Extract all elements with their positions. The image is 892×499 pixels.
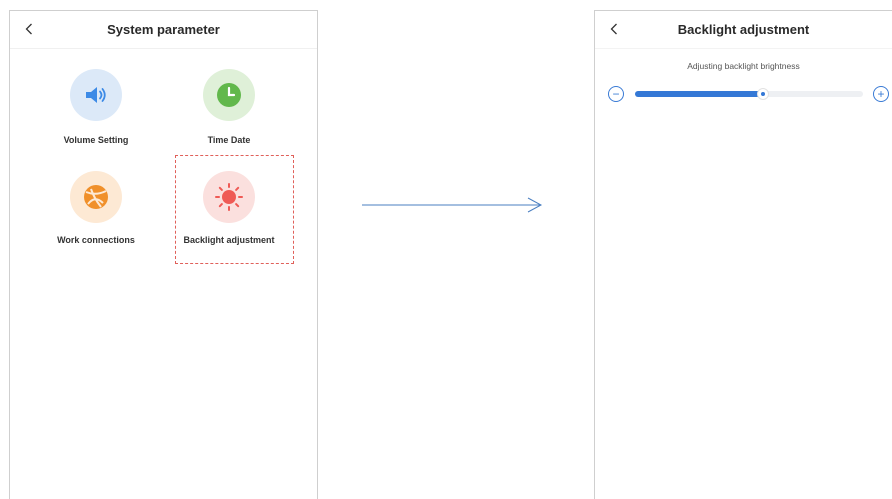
back-button[interactable] (605, 19, 623, 39)
top-bar: System parameter (10, 11, 317, 49)
selection-highlight-box (175, 155, 294, 264)
transition-arrow-icon (362, 197, 543, 213)
brightness-slider-track[interactable] (635, 88, 863, 100)
network-icon-circle (70, 171, 122, 223)
volume-icon-circle (70, 69, 122, 121)
back-button[interactable] (20, 19, 38, 39)
tile-label: Time Date (207, 135, 251, 145)
plus-icon: + (877, 87, 885, 101)
page-title: System parameter (107, 22, 220, 37)
page-title: Backlight adjustment (677, 22, 810, 37)
clock-icon (217, 83, 241, 107)
top-bar: Backlight adjustment (595, 11, 892, 49)
brightness-slider-row: − + (595, 83, 892, 105)
chevron-left-icon (610, 23, 617, 35)
tile-volume-setting[interactable]: Volume Setting (36, 69, 156, 145)
chevron-left-icon (25, 23, 32, 35)
speaker-icon (86, 87, 106, 103)
system-parameter-screen: System parameter Volume Setting Time Dat… (9, 10, 318, 499)
increase-brightness-button[interactable]: + (873, 86, 889, 102)
time-icon-circle (203, 69, 255, 121)
minus-icon: − (612, 87, 620, 101)
stage: System parameter Volume Setting Time Dat… (0, 0, 892, 499)
decrease-brightness-button[interactable]: − (608, 86, 624, 102)
tile-work-connections[interactable]: Work connections (36, 171, 156, 245)
brightness-slider-fill (635, 91, 763, 97)
backlight-adjustment-screen: Backlight adjustment Adjusting backlight… (594, 10, 892, 499)
tile-label: Work connections (57, 235, 135, 245)
brightness-slider-thumb[interactable] (757, 88, 769, 100)
brightness-subtitle: Adjusting backlight brightness (687, 61, 800, 71)
tile-time-date[interactable]: Time Date (169, 69, 289, 145)
network-icon (84, 185, 108, 209)
tile-label: Volume Setting (63, 135, 129, 145)
